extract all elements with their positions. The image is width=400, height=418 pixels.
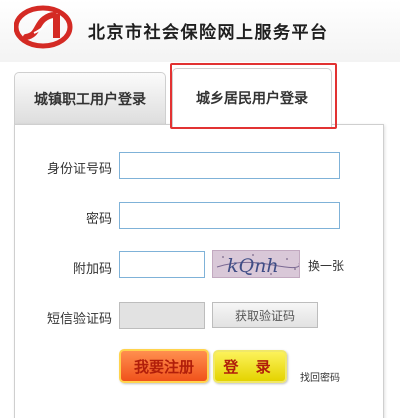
register-button[interactable]: 我要注册 xyxy=(119,349,209,383)
password-input[interactable] xyxy=(119,202,340,229)
si-logo-icon xyxy=(14,5,73,49)
forgot-password-link[interactable]: 找回密码 xyxy=(300,369,340,384)
password-label: 密码 xyxy=(85,212,112,227)
sms-code-label: 短信验证码 xyxy=(46,312,112,327)
tab-resident-login[interactable]: 城乡居民用户登录 xyxy=(172,68,332,128)
captcha-noise-graphic: kQnh xyxy=(213,251,299,277)
id-number-label: 身份证号码 xyxy=(46,162,112,177)
refresh-captcha-link[interactable]: 换一张 xyxy=(308,257,344,274)
captcha-label: 附加码 xyxy=(72,262,112,277)
page-header: 北京市社会保险网上服务平台 xyxy=(0,0,400,62)
site-title: 北京市社会保险网上服务平台 xyxy=(88,23,329,43)
get-sms-code-button[interactable]: 获取验证码 xyxy=(212,302,318,328)
login-button[interactable]: 登 录 xyxy=(213,350,287,383)
tab-staff-login[interactable]: 城镇职工用户登录 xyxy=(14,72,166,126)
id-number-input[interactable] xyxy=(119,152,340,179)
captcha-input[interactable] xyxy=(119,251,205,278)
captcha-text: kQnh xyxy=(227,255,279,277)
sms-code-input[interactable] xyxy=(119,302,205,329)
captcha-image[interactable]: kQnh xyxy=(212,250,300,278)
